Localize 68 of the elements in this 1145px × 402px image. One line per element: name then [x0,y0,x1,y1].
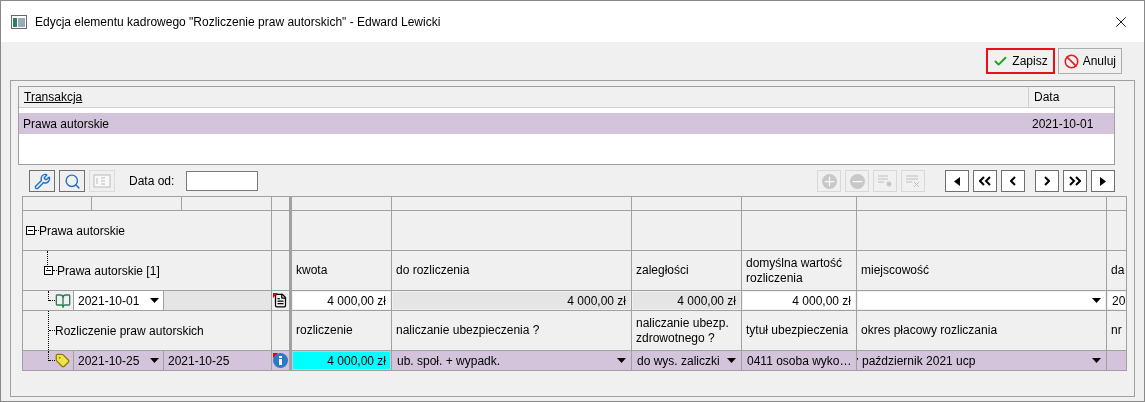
no-entry-icon [1063,53,1079,69]
amount-field: 4 000,00 zł [633,292,740,309]
column-header[interactable]: Data [1034,88,1060,106]
field-label: Data od: [129,173,175,190]
book-icon [55,292,71,309]
dropdown-caret-icon[interactable] [150,298,159,303]
chevron-left-icon [1010,176,1016,186]
date-from-field[interactable] [186,171,259,191]
collapse-icon[interactable] [44,266,53,275]
table-cell: 20 [1108,292,1125,309]
window-title: Edycja elementu kadrowego "Rozliczenie praw autorskich" - Edward Lewicki [35,13,442,31]
dropdown-caret-icon[interactable] [1092,358,1101,363]
list-row[interactable]: Prawa autorskie 2021-10-01 [19,113,1114,134]
amount-field[interactable]: 4 000,00 zł [293,292,390,309]
dropdown-caret-icon[interactable] [1092,298,1101,303]
column-header: okres płacowy rozliczania [861,323,998,338]
double-chevron-left-icon [979,176,991,186]
collapse-icon[interactable] [26,226,35,235]
triangle-right-icon [1100,176,1106,186]
column-header: zaległości [636,263,689,278]
column-header: rozliczenie [296,323,353,338]
amount-field[interactable]: 4 000,00 zł [743,292,855,309]
save-button[interactable]: Zapisz [986,48,1055,74]
cancel-button[interactable]: Anuluj [1057,48,1122,74]
list-add-icon [877,174,893,188]
tree-node-label[interactable]: Prawa autorskie [1] [57,261,160,280]
column-header: da [1111,263,1125,278]
scroll-left-button[interactable] [945,170,969,192]
tree-node-label[interactable]: Rozliczenie praw autorskich [55,321,204,340]
date-dropdown[interactable]: 2021-10-01 [73,291,163,310]
dropdown-caret-icon[interactable] [150,358,159,363]
table-cell-text: 2021-10-25 [168,352,230,370]
triangle-left-icon [954,176,960,186]
tree-node-label[interactable]: Prawa autorskie [39,221,126,240]
prev-button[interactable] [1001,170,1025,192]
amount-field[interactable]: 4 000,00 zł [293,352,390,369]
dropdown-caret-icon[interactable] [617,358,626,363]
table-cell-text: Prawa autorskie [22,115,111,133]
last-button[interactable] [1063,170,1087,192]
dropdown-field[interactable] [858,292,1105,309]
dropdown-caret-icon[interactable] [727,358,736,363]
column-header: tytuł ubezpieczenia [746,323,849,338]
column-header: miejscowość [861,263,929,278]
date-dropdown[interactable]: 2021-10-25 [73,351,163,370]
column-header: naliczanie ubezpieczenia ? [396,323,540,338]
double-chevron-right-icon [1069,176,1081,186]
list-remove-icon [905,174,921,188]
column-header: kwota [296,263,328,278]
search-button[interactable] [59,170,85,192]
column-header: naliczanie ubezp. zdrowotnego ? [636,315,730,346]
remove-icon [849,173,865,189]
chevron-right-icon [1044,176,1050,186]
first-button[interactable] [973,170,997,192]
info-icon[interactable] [273,353,288,368]
column-header: domyślna wartość rozliczenia [746,255,844,286]
tools-button[interactable] [29,170,55,192]
column-header[interactable]: Transakcja [24,88,83,106]
amount-field: 4 000,00 zł [393,292,630,309]
window-icon [11,14,27,29]
scroll-right-button[interactable] [1091,170,1115,192]
add-icon [821,173,837,189]
search-icon [63,172,81,190]
column-header: do rozliczenia [396,263,470,278]
next-button[interactable] [1035,170,1059,192]
column-header: nr [1111,323,1122,338]
tools-icon [33,172,51,190]
note-icon[interactable] [273,293,288,308]
table-cell-text: 2021-10-01 [1031,115,1095,133]
